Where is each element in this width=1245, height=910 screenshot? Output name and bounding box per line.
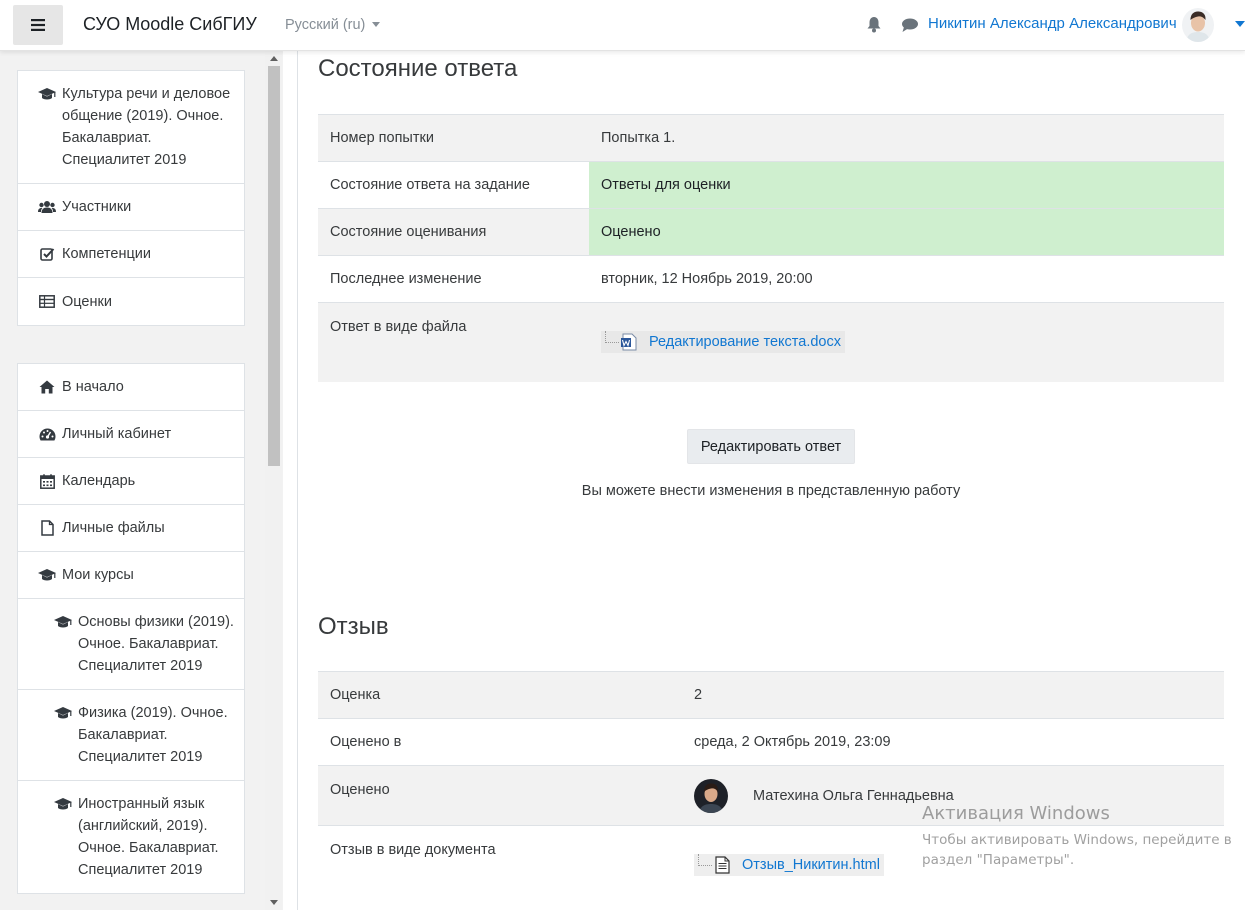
sidebar-item-label: Мои курсы — [62, 567, 134, 583]
file-icon — [38, 519, 56, 537]
watermark-title: Активация Windows — [922, 803, 1110, 824]
calendar-icon — [38, 472, 56, 490]
graded-by-label: Оценено — [318, 765, 682, 826]
sidebar-item-label: Иностранный язык (английский, 2019). Очн… — [78, 796, 219, 878]
site-name-link[interactable]: СУО Moodle СибГИУ — [83, 14, 257, 35]
sidebar-item-home[interactable]: В начало — [18, 364, 244, 411]
grader-avatar[interactable] — [694, 778, 728, 813]
table-row: Оценено в среда, 2 Октябрь 2019, 23:09 — [318, 718, 1224, 766]
grading-status-value: Оценено — [589, 208, 1224, 256]
edit-submission-note: Вы можете внести изменения в представлен… — [581, 483, 961, 499]
table-row: Последнее изменение вторник, 12 Ноябрь 2… — [318, 255, 1224, 303]
tree-connector — [698, 854, 712, 866]
sidebar-scrollbar-thumb[interactable] — [268, 66, 280, 466]
submission-status-heading: Состояние ответа — [318, 55, 518, 82]
sidebar-item-course-physics[interactable]: Физика (2019). Очное. Бакалавриат. Специ… — [18, 690, 244, 781]
dashboard-icon — [38, 425, 56, 443]
scroll-up-arrow-icon[interactable] — [270, 56, 278, 61]
checkbox-icon — [38, 245, 56, 263]
file-submission-label: Ответ в виде файла — [318, 302, 589, 382]
watermark-line-2: раздел "Параметры". — [922, 852, 1075, 868]
user-name-link[interactable]: Никитин Александр Александрович — [928, 15, 1177, 32]
attempt-value: Попытка 1. — [589, 114, 1224, 162]
sidebar-item-course-physics-basics[interactable]: Основы физики (2019). Очное. Бакалавриат… — [18, 599, 244, 690]
last-modified-value: вторник, 12 Ноябрь 2019, 20:00 — [589, 255, 1224, 303]
edit-submission-button[interactable]: Редактировать ответ — [687, 429, 855, 464]
sidebar-item-label: Физика (2019). Очное. Бакалавриат. Специ… — [78, 705, 228, 765]
sidebar-item-competencies[interactable]: Компетенции — [18, 231, 244, 278]
sidebar-item-participants[interactable]: Участники — [18, 184, 244, 231]
last-modified-label: Последнее изменение — [318, 255, 589, 303]
sidebar-item-course[interactable]: Культура речи и деловое общение (2019). … — [18, 71, 244, 184]
file-entry: Отзыв_Никитин.html — [694, 854, 884, 876]
sidebar-item-label: Участники — [62, 199, 132, 215]
users-icon — [38, 198, 56, 216]
sidebar-item-label: Основы физики (2019). Очное. Бакалавриат… — [78, 614, 234, 674]
sidebar-item-calendar[interactable]: Календарь — [18, 458, 244, 505]
top-navbar: СУО Moodle СибГИУ Русский (ru) Никитин А… — [0, 0, 1245, 51]
file-submission-cell: Редактирование текста.docx — [589, 302, 1224, 382]
graded-on-label: Оценено в — [318, 718, 682, 766]
course-nav-block: Культура речи и деловое общение (2019). … — [17, 70, 245, 326]
submission-status-table: Номер попытки Попытка 1. Состояние ответ… — [318, 114, 1224, 382]
table-row: Состояние ответа на задание Ответы для о… — [318, 161, 1224, 209]
graded-on-value: среда, 2 Октябрь 2019, 23:09 — [682, 718, 1224, 766]
sidebar-item-label: Личный кабинет — [62, 426, 172, 442]
submission-file-link[interactable]: Редактирование текста.docx — [649, 334, 841, 350]
feedback-table: Оценка 2 Оценено в среда, 2 Октябрь 2019… — [318, 671, 1224, 910]
grade-value: 2 — [682, 671, 1224, 719]
sidebar-item-grades[interactable]: Оценки — [18, 278, 244, 325]
word-document-icon — [621, 333, 637, 351]
sidebar-item-course-english[interactable]: Иностранный язык (английский, 2019). Очн… — [18, 781, 244, 893]
language-label: Русский (ru) — [285, 17, 366, 33]
feedback-heading: Отзыв — [318, 613, 389, 640]
attempt-label: Номер попытки — [318, 114, 589, 162]
home-icon — [38, 378, 56, 396]
sidebar-item-my-courses[interactable]: Мои курсы — [18, 552, 244, 599]
table-row: Оценка 2 — [318, 671, 1224, 719]
language-menu[interactable]: Русский (ru) — [285, 17, 381, 33]
grading-status-label: Состояние оценивания — [318, 208, 589, 256]
graduation-cap-icon — [54, 795, 72, 813]
watermark-line-1: Чтобы активировать Windows, перейдите в — [922, 832, 1232, 848]
submission-status-value: Ответы для оценки — [589, 161, 1224, 209]
chat-icon[interactable] — [901, 17, 919, 33]
user-avatar[interactable] — [1182, 8, 1214, 42]
submission-status-label: Состояние ответа на задание — [318, 161, 589, 209]
sidebar-item-label: Культура речи и деловое общение (2019). … — [62, 86, 231, 168]
graduation-cap-icon — [38, 566, 56, 584]
html-document-icon — [715, 856, 730, 874]
sidebar-item-label: Календарь — [62, 473, 136, 489]
sidebar-item-label: Личные файлы — [62, 520, 165, 536]
feedback-doc-label: Отзыв в виде документа — [318, 825, 682, 910]
sidebar-item-private-files[interactable]: Личные файлы — [18, 505, 244, 552]
grade-label: Оценка — [318, 671, 682, 719]
table-row: Состояние оценивания Оценено — [318, 208, 1224, 256]
table-icon — [38, 293, 56, 311]
bell-icon[interactable] — [866, 16, 882, 33]
menu-toggle-button[interactable] — [13, 5, 63, 45]
sidebar-item-label: В начало — [62, 379, 124, 395]
windows-activation-watermark: Активация Windows Чтобы активировать Win… — [922, 803, 1232, 870]
file-entry: Редактирование текста.docx — [601, 331, 845, 353]
sidebar-item-label: Компетенции — [62, 246, 151, 262]
hamburger-icon — [31, 19, 45, 31]
graduation-cap-icon — [54, 613, 72, 631]
tree-connector — [605, 331, 619, 343]
table-row: Ответ в виде файла Редактирование текста… — [318, 302, 1224, 382]
graduation-cap-icon — [38, 85, 56, 103]
table-row: Номер попытки Попытка 1. — [318, 114, 1224, 162]
caret-down-icon — [372, 22, 381, 27]
feedback-file-link[interactable]: Отзыв_Никитин.html — [742, 857, 880, 873]
grader-name: Матехина Ольга Геннадьевна — [753, 787, 954, 804]
graduation-cap-icon — [54, 704, 72, 722]
site-nav-block: В начало Личный кабинет Календарь Личные… — [17, 363, 245, 894]
scroll-down-arrow-icon[interactable] — [270, 900, 278, 905]
sidebar-item-dashboard[interactable]: Личный кабинет — [18, 411, 244, 458]
sidebar-item-label: Оценки — [62, 293, 112, 310]
user-menu-caret-icon[interactable] — [1235, 21, 1245, 27]
